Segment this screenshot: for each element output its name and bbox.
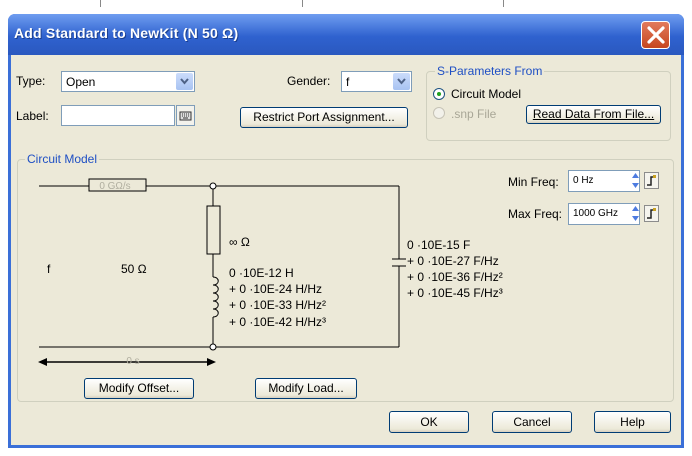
dialog-body: Type: Open Gender: f Label: Restrict Por… <box>11 55 681 445</box>
background-tick <box>503 0 504 7</box>
capacitor-line: + 0 ·10E-36 F/Hz² <box>407 270 503 284</box>
modify-load-button[interactable]: Modify Load... <box>255 378 357 399</box>
background-tick <box>100 0 101 7</box>
inductor-line: + 0 ·10E-42 H/Hz³ <box>229 315 327 329</box>
modify-offset-button[interactable]: Modify Offset... <box>84 378 194 399</box>
resistor-value: ∞ Ω <box>229 235 250 249</box>
max-freq-value: 1000 GHz <box>573 208 619 219</box>
min-freq-input[interactable]: 0 Hz <box>568 170 640 192</box>
window-title: Add Standard to NewKit (N 50 Ω) <box>14 25 239 41</box>
port-label: f <box>47 262 51 276</box>
min-freq-value: 0 Hz <box>573 175 594 186</box>
cancel-button[interactable]: Cancel <box>492 411 572 433</box>
capacitor-line: + 0 ·10E-45 F/Hz³ <box>407 286 503 300</box>
dialog-window: Add Standard to NewKit (N 50 Ω) Type: Op… <box>8 14 684 448</box>
close-button[interactable] <box>641 21 670 49</box>
max-freq-input[interactable]: 1000 GHz <box>568 203 640 225</box>
inductor-line: + 0 ·10E-33 H/Hz² <box>229 298 327 312</box>
max-freq-step-button[interactable] <box>644 205 659 222</box>
close-icon <box>647 26 665 44</box>
impedance-label: 50 Ω <box>121 262 147 276</box>
offset-impedance-text: 0 GΩ/s <box>99 181 131 192</box>
min-freq-label: Min Freq: <box>508 175 559 189</box>
spinner-icon[interactable] <box>631 171 640 190</box>
spinner-icon[interactable] <box>631 204 640 223</box>
arrow-left-icon <box>38 358 47 366</box>
inductor-line: + 0 ·10E-24 H/Hz <box>229 282 323 296</box>
step-icon <box>647 175 656 186</box>
ok-button[interactable]: OK <box>389 411 469 433</box>
title-bar[interactable]: Add Standard to NewKit (N 50 Ω) <box>8 14 684 55</box>
capacitor-line: 0 ·10E-15 F <box>407 238 471 252</box>
arrow-right-icon <box>207 358 216 366</box>
background-tick <box>302 0 303 7</box>
max-freq-label: Max Freq: <box>508 207 563 221</box>
offset-delay-text: 0 s <box>126 356 140 367</box>
min-freq-step-button[interactable] <box>644 172 659 189</box>
capacitor-line: + 0 ·10E-27 F/Hz <box>407 254 499 268</box>
inductor-line: 0 ·10E-12 H <box>229 266 294 280</box>
help-button[interactable]: Help <box>594 411 671 433</box>
step-icon <box>647 208 656 219</box>
